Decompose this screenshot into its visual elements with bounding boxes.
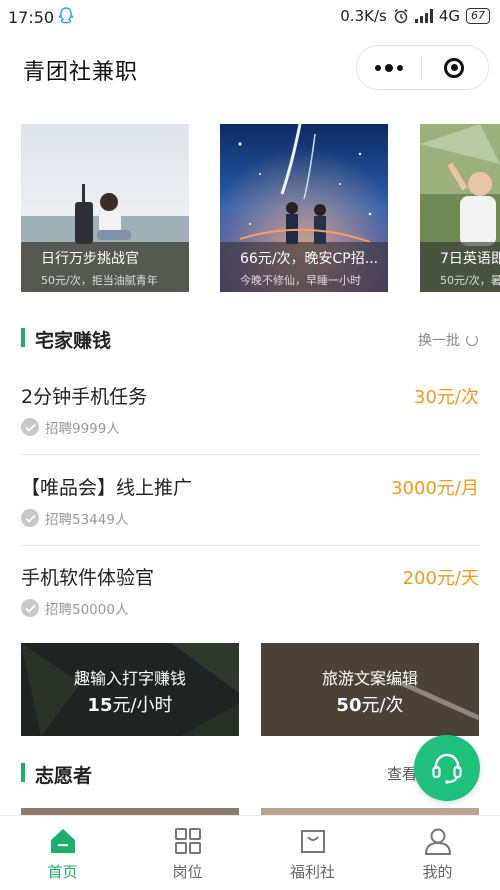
status-time: 17:50	[8, 8, 55, 27]
banner-card[interactable]: 日行万步挑战官 50元/次，拒当油腻青年	[21, 124, 189, 292]
section-accent-bar	[21, 763, 25, 782]
check-circle-icon	[21, 599, 39, 617]
promo-card[interactable]: 趣输入打字赚钱 15元/小时	[21, 643, 239, 736]
dot-icon	[385, 63, 393, 72]
banner-title: 日行万步挑战官	[41, 251, 139, 267]
home-icon	[50, 829, 75, 853]
status-bar: 17:50 0.3K/s 4G 67	[0, 0, 500, 34]
refresh-batch-button[interactable]: 换一批	[418, 330, 478, 350]
promo-title: 趣输入打字赚钱	[73, 669, 186, 688]
job-hire-count: 招聘53449人	[21, 508, 128, 528]
tab-label: 首页	[47, 863, 78, 881]
check-circle-icon	[21, 418, 39, 436]
job-item[interactable]: 手机软件体验官 200元/天 招聘50000人	[21, 545, 479, 635]
check-circle-icon	[21, 509, 39, 527]
bottom-tab-bar: 首页 岗位 福利社 我的	[0, 815, 500, 890]
promo-title: 旅游文案编辑	[321, 669, 418, 688]
banner-card[interactable]: 7日英语即 50元/次，暑	[420, 124, 500, 292]
job-pay: 200元/天	[402, 568, 479, 589]
hire-count-text: 招聘53449人	[45, 512, 129, 528]
bag-icon	[300, 830, 325, 853]
job-pay: 3000元/月	[391, 478, 479, 499]
job-pay: 30元/次	[414, 387, 479, 408]
job-item[interactable]: 2分钟手机任务 30元/次 招聘9999人	[21, 364, 479, 455]
section-title: 宅家赚钱	[35, 330, 112, 352]
alarm-icon	[394, 8, 408, 24]
hire-count-text: 招聘50000人	[45, 602, 129, 618]
tab-positions[interactable]: 岗位	[125, 816, 250, 890]
job-name: 【唯品会】线上推广	[21, 477, 193, 499]
qq-icon	[58, 7, 74, 24]
grid-icon	[174, 828, 201, 854]
status-right: 0.3K/s 4G 67	[340, 7, 490, 25]
section-title: 志愿者	[35, 765, 93, 787]
tab-welfare[interactable]: 福利社	[250, 816, 375, 890]
banner-subtitle: 50元/次，暑	[440, 274, 500, 287]
banner-title: 66元/次，晚安CP招...	[240, 251, 379, 267]
promo-unit: 元/次	[361, 695, 404, 716]
page-title: 青团社兼职	[23, 60, 139, 85]
promo-amount: 15	[87, 695, 113, 716]
customer-service-button[interactable]	[414, 735, 480, 801]
mini-program-capsule	[356, 45, 489, 90]
banner-title: 7日英语即	[440, 251, 500, 267]
banner-subtitle: 50元/次，拒当油腻青年	[41, 274, 158, 287]
headset-icon	[432, 753, 462, 784]
promo-unit: 元/小时	[112, 695, 173, 716]
banner-subtitle: 今晚不修仙，早睡一小时	[240, 274, 361, 287]
refresh-label: 换一批	[418, 333, 460, 349]
network-type: 4G	[438, 7, 460, 25]
close-mini-program-button[interactable]	[422, 46, 486, 89]
more-options-button[interactable]	[357, 46, 421, 89]
promo-pay: 50元/次	[261, 691, 479, 717]
job-name: 2分钟手机任务	[21, 386, 148, 408]
banner-card[interactable]: 66元/次，晚安CP招... 今晚不修仙，早睡一小时	[220, 124, 388, 292]
signal-icon	[414, 9, 433, 23]
refresh-icon	[466, 334, 478, 346]
job-hire-count: 招聘9999人	[21, 417, 120, 437]
banner-caption: 日行万步挑战官 50元/次，拒当油腻青年	[21, 242, 189, 292]
target-icon	[444, 57, 464, 78]
job-item[interactable]: 【唯品会】线上推广 3000元/月 招聘53449人	[21, 455, 479, 546]
promo-card[interactable]: 旅游文案编辑 50元/次	[261, 643, 479, 736]
tab-label: 我的	[422, 863, 453, 881]
tab-label: 福利社	[289, 863, 335, 881]
banner-carousel[interactable]: 日行万步挑战官 50元/次，拒当油腻青年 66元/次，晚安CP招... 今晚不修…	[21, 124, 500, 292]
promo-pay: 15元/小时	[21, 691, 239, 717]
network-speed: 0.3K/s	[340, 7, 387, 25]
banner-caption: 66元/次，晚安CP招... 今晚不修仙，早睡一小时	[220, 242, 388, 292]
tab-label: 岗位	[172, 863, 203, 881]
promo-amount: 50	[336, 695, 362, 716]
tab-home[interactable]: 首页	[0, 816, 125, 890]
section-accent-bar	[21, 328, 25, 347]
dot-icon	[375, 64, 381, 71]
battery-indicator: 67	[466, 8, 490, 24]
job-hire-count: 招聘50000人	[21, 598, 128, 618]
view-more-link[interactable]: 查看	[387, 763, 417, 784]
tab-mine[interactable]: 我的	[375, 816, 500, 890]
user-icon	[424, 828, 451, 855]
hire-count-text: 招聘9999人	[45, 421, 120, 437]
banner-caption: 7日英语即 50元/次，暑	[420, 242, 500, 292]
job-name: 手机软件体验官	[21, 567, 155, 589]
dot-icon	[397, 64, 403, 71]
